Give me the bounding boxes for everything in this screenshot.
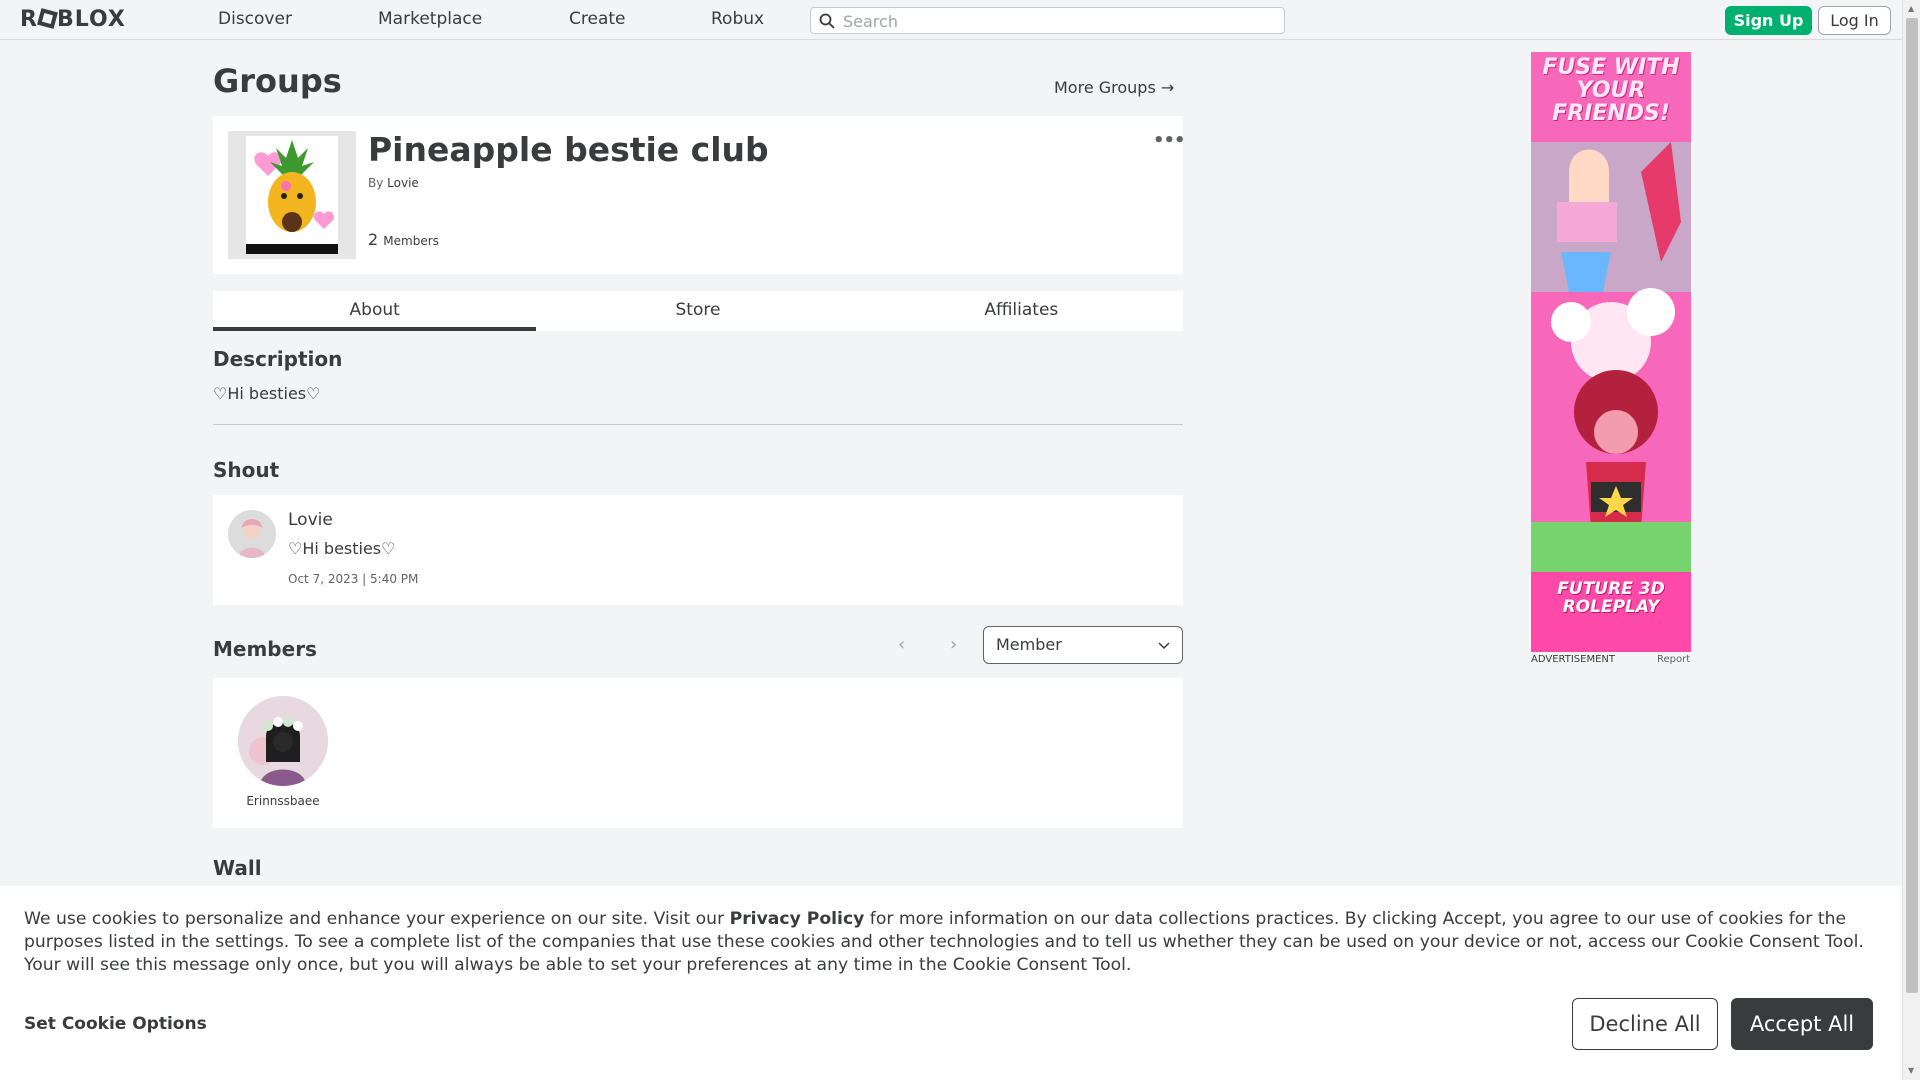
cookie-message: We use cookies to personalize and enhanc… <box>24 908 1884 977</box>
advertisement-banner[interactable]: FUSE WITH YOUR FRIENDS! FUTURE 3D ROLEPL… <box>1531 52 1691 652</box>
advertisement-label: ADVERTISEMENT <box>1531 654 1616 665</box>
group-owner-prefix: By <box>368 176 384 190</box>
scrollbar-thumb[interactable] <box>1906 18 1918 993</box>
privacy-policy-link[interactable]: Privacy Policy <box>730 909 865 929</box>
shout-body: ♡Hi besties♡ <box>288 539 396 558</box>
member-count-value: 2 <box>368 230 379 249</box>
sign-up-button[interactable]: Sign Up <box>1725 6 1812 35</box>
description-text: ♡Hi besties♡ <box>213 384 321 403</box>
section-divider <box>213 424 1183 425</box>
tab-affiliates[interactable]: Affiliates <box>860 291 1183 331</box>
group-tabs: About Store Affiliates <box>213 291 1183 331</box>
group-owner-line: By Lovie <box>368 176 419 190</box>
cookie-message-part-1: We use cookies to personalize and enhanc… <box>24 909 730 929</box>
more-dots-icon[interactable]: ••• <box>1153 130 1186 151</box>
tab-about[interactable]: About <box>213 291 537 331</box>
group-emblem-image <box>228 131 356 259</box>
nav-robux[interactable]: Robux <box>711 9 764 29</box>
shout-author-avatar[interactable] <box>228 510 276 558</box>
group-name: Pineapple bestie club <box>368 130 769 169</box>
group-member-count: 2 Members <box>368 230 439 249</box>
members-title: Members <box>213 637 317 661</box>
nav-discover[interactable]: Discover <box>218 9 292 29</box>
group-header-card: Pineapple bestie club By Lovie 2 Members… <box>213 116 1186 274</box>
member-tile[interactable]: Erinnssbaee <box>233 696 333 808</box>
top-navigation-bar: R BLOX Discover Marketplace Create Robux … <box>0 0 1902 40</box>
cookie-consent-banner: We use cookies to personalize and enhanc… <box>0 886 1902 1080</box>
decline-all-button[interactable]: Decline All <box>1572 998 1718 1050</box>
shout-card: Lovie ♡Hi besties♡ Oct 7, 2023 | 5:40 PM <box>213 495 1183 605</box>
group-owner-link[interactable]: Lovie <box>387 176 419 190</box>
search-input[interactable] <box>843 10 1273 32</box>
roblox-logo[interactable]: R BLOX <box>20 7 126 32</box>
ad-report-link[interactable]: Report <box>1657 654 1690 665</box>
search-box <box>810 7 1285 34</box>
role-select-dropdown[interactable]: Member <box>983 626 1183 664</box>
shout-title: Shout <box>213 458 280 482</box>
member-avatar[interactable] <box>238 696 328 786</box>
ad-subline: FUTURE 3D ROLEPLAY <box>1557 579 1665 617</box>
shout-author-name[interactable]: Lovie <box>288 510 333 530</box>
shout-date: Oct 7, 2023 | 5:40 PM <box>288 572 419 586</box>
search-icon <box>819 13 835 29</box>
ad-headline: FUSE WITH YOUR FRIENDS! <box>1542 55 1680 126</box>
description-title: Description <box>213 347 343 371</box>
chevron-down-icon <box>1158 642 1170 650</box>
member-name[interactable]: Erinnssbaee <box>233 794 333 808</box>
role-select-value: Member <box>996 635 1062 654</box>
set-cookie-options-link[interactable]: Set Cookie Options <box>24 1014 207 1034</box>
wall-title: Wall <box>213 856 262 880</box>
tab-store[interactable]: Store <box>536 291 859 331</box>
nav-create[interactable]: Create <box>569 9 626 29</box>
accept-all-button[interactable]: Accept All <box>1731 998 1873 1050</box>
page-scrollbar[interactable]: ▲ ▼ <box>1902 0 1920 1080</box>
page-title: Groups <box>213 62 342 100</box>
previous-page-icon[interactable]: ‹ <box>898 634 905 655</box>
members-card: Erinnssbaee <box>213 678 1183 828</box>
log-in-button[interactable]: Log In <box>1818 6 1891 35</box>
scroll-down-icon[interactable]: ▼ <box>1908 1066 1914 1075</box>
member-count-label: Members <box>383 234 439 248</box>
scroll-up-icon[interactable]: ▲ <box>1908 4 1914 13</box>
next-page-icon[interactable]: › <box>950 634 957 655</box>
more-groups-link[interactable]: More Groups → <box>1054 78 1174 97</box>
nav-marketplace[interactable]: Marketplace <box>378 9 482 29</box>
